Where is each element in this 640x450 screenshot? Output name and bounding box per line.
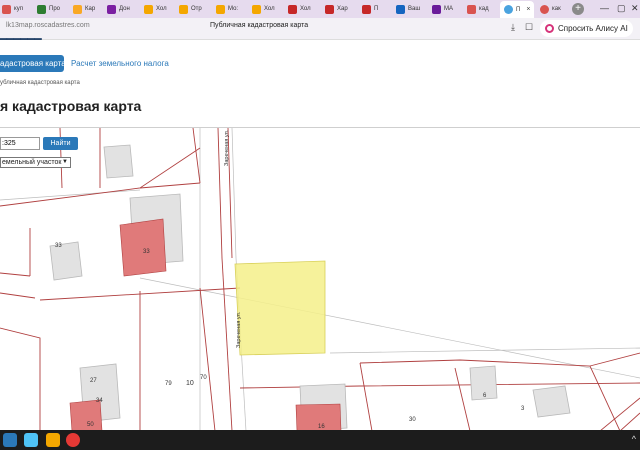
tab-label: кад bbox=[479, 6, 489, 12]
cadastral-map[interactable]: 33 33 27 34 79 10 70 30 6 3 50 16 Зарече… bbox=[0, 127, 640, 430]
parcel-label: 70 bbox=[200, 375, 207, 381]
page-title-bar: Публичная кадастровая карта bbox=[210, 22, 309, 29]
parcel-label: 34 bbox=[96, 398, 103, 404]
download-icon[interactable]: ⤓ bbox=[511, 22, 515, 33]
tab-label: Про bbox=[49, 6, 60, 12]
tab-label: Хол bbox=[300, 6, 311, 12]
tab-label: П bbox=[516, 6, 521, 13]
tab-item[interactable]: МА bbox=[432, 2, 453, 16]
tab-item[interactable]: Отр bbox=[179, 2, 202, 16]
favicon-icon bbox=[216, 4, 225, 14]
breadcrumb[interactable]: убличная кадастровая карта bbox=[0, 80, 80, 86]
tab-item[interactable]: как bbox=[540, 2, 561, 16]
selected-parcel[interactable] bbox=[234, 260, 326, 356]
ask-alice-label: Спросить Алису AI bbox=[558, 24, 628, 33]
favicon-icon bbox=[179, 4, 188, 14]
favicon-icon bbox=[325, 4, 334, 14]
tab-item[interactable]: куп bbox=[2, 2, 23, 16]
tab-label: Хол bbox=[264, 6, 275, 12]
find-button[interactable]: Найти bbox=[43, 137, 78, 150]
tab-item[interactable]: Дон bbox=[107, 2, 130, 16]
explorer-icon[interactable] bbox=[46, 433, 60, 447]
start-icon[interactable] bbox=[3, 433, 17, 447]
tab-item[interactable]: Про bbox=[37, 2, 60, 16]
object-type-value: емельный участок bbox=[2, 159, 62, 166]
tab-label: Кар bbox=[85, 6, 96, 12]
new-tab-button[interactable]: + bbox=[572, 3, 584, 15]
alice-icon bbox=[545, 24, 554, 33]
street-label: Зареченая ул. bbox=[224, 129, 230, 166]
favicon-icon bbox=[467, 4, 476, 14]
favicon-icon bbox=[37, 4, 46, 14]
parcel-label: 50 bbox=[87, 422, 94, 428]
chevron-down-icon: ▼ bbox=[62, 159, 68, 165]
object-type-select[interactable]: емельный участок ▼ bbox=[0, 157, 71, 168]
tab-item[interactable]: Хар bbox=[325, 2, 348, 16]
tab-label: Хар bbox=[337, 6, 348, 12]
favicon-icon bbox=[362, 4, 371, 14]
minimize-icon[interactable]: — bbox=[600, 3, 609, 13]
favicon-icon bbox=[288, 4, 297, 14]
site-logo-fragment: ▔▔▔▔▔▔ bbox=[0, 39, 42, 49]
tab-label: Мо: bbox=[228, 6, 239, 12]
tab-item[interactable]: П bbox=[362, 2, 378, 16]
os-taskbar: ^ bbox=[0, 430, 640, 450]
tab-item[interactable]: Кар bbox=[73, 2, 95, 16]
tab-label: П bbox=[374, 6, 379, 12]
parcel-label: 10 bbox=[186, 380, 194, 387]
yandex-browser-icon[interactable] bbox=[66, 433, 80, 447]
address-bar: lk13map.roscadastres.com Публичная кадас… bbox=[0, 18, 640, 40]
bookmark-icon[interactable]: ☐ bbox=[525, 22, 533, 33]
tab-label: Хол bbox=[156, 6, 167, 12]
tab-label: как bbox=[552, 6, 561, 12]
map-canvas[interactable]: 33 33 27 34 79 10 70 30 6 3 50 16 Зарече… bbox=[0, 128, 640, 430]
tab-label: Отр bbox=[191, 6, 202, 12]
tab-item[interactable]: Хол bbox=[144, 2, 167, 16]
tab-label: Ваш bbox=[408, 6, 421, 12]
parcel-label: 27 bbox=[90, 378, 97, 384]
globe-icon bbox=[504, 5, 513, 14]
parcel-label: 33 bbox=[55, 243, 62, 249]
cadastral-search-input[interactable] bbox=[0, 137, 40, 150]
close-icon[interactable]: × bbox=[526, 6, 530, 13]
parcel-label: 3 bbox=[521, 406, 525, 412]
mail-icon[interactable] bbox=[24, 433, 38, 447]
expand-tray-icon[interactable]: ^ bbox=[632, 434, 636, 444]
tab-item[interactable]: Хол bbox=[252, 2, 275, 16]
tab-item[interactable]: Хол bbox=[288, 2, 311, 16]
parcel-label: 30 bbox=[409, 417, 416, 423]
tab-item[interactable]: Ваш bbox=[396, 2, 420, 16]
yandex-icon bbox=[540, 4, 549, 14]
favicon-icon bbox=[396, 4, 405, 14]
favicon-icon bbox=[432, 4, 441, 14]
favicon-icon bbox=[2, 4, 11, 14]
browser-tab-strip: куп Про Кар Дон Хол Отр Мо: Хол Хол Хар П Ваш МА кад … bbox=[0, 0, 640, 18]
close-window-icon[interactable]: ✕ bbox=[631, 3, 639, 14]
tab-label: МА bbox=[444, 6, 453, 12]
favicon-icon bbox=[73, 4, 82, 14]
favicon-icon bbox=[144, 4, 153, 14]
street-label: Зареченая ул. bbox=[236, 311, 242, 348]
favicon-icon bbox=[107, 4, 116, 14]
tab-cadastral-map[interactable]: адастровая карта bbox=[0, 55, 64, 72]
tab-item[interactable]: Мо: bbox=[216, 2, 238, 16]
page-heading: я кадастровая карта bbox=[0, 98, 142, 114]
tab-label: Дон bbox=[119, 6, 130, 12]
ask-alice-button[interactable]: Спросить Алису AI bbox=[540, 20, 633, 37]
tab-item[interactable]: кад bbox=[467, 2, 489, 16]
parcel-label: 33 bbox=[143, 249, 150, 255]
tab-active[interactable]: П × bbox=[500, 1, 535, 18]
tab-land-tax[interactable]: Расчет земельного налога bbox=[71, 59, 169, 68]
tab-label: куп bbox=[14, 6, 23, 12]
favicon-icon bbox=[252, 4, 261, 14]
parcel-label: 79 bbox=[165, 381, 172, 387]
maximize-icon[interactable]: ▢ bbox=[617, 3, 626, 14]
url-field[interactable]: lk13map.roscadastres.com bbox=[6, 22, 90, 29]
